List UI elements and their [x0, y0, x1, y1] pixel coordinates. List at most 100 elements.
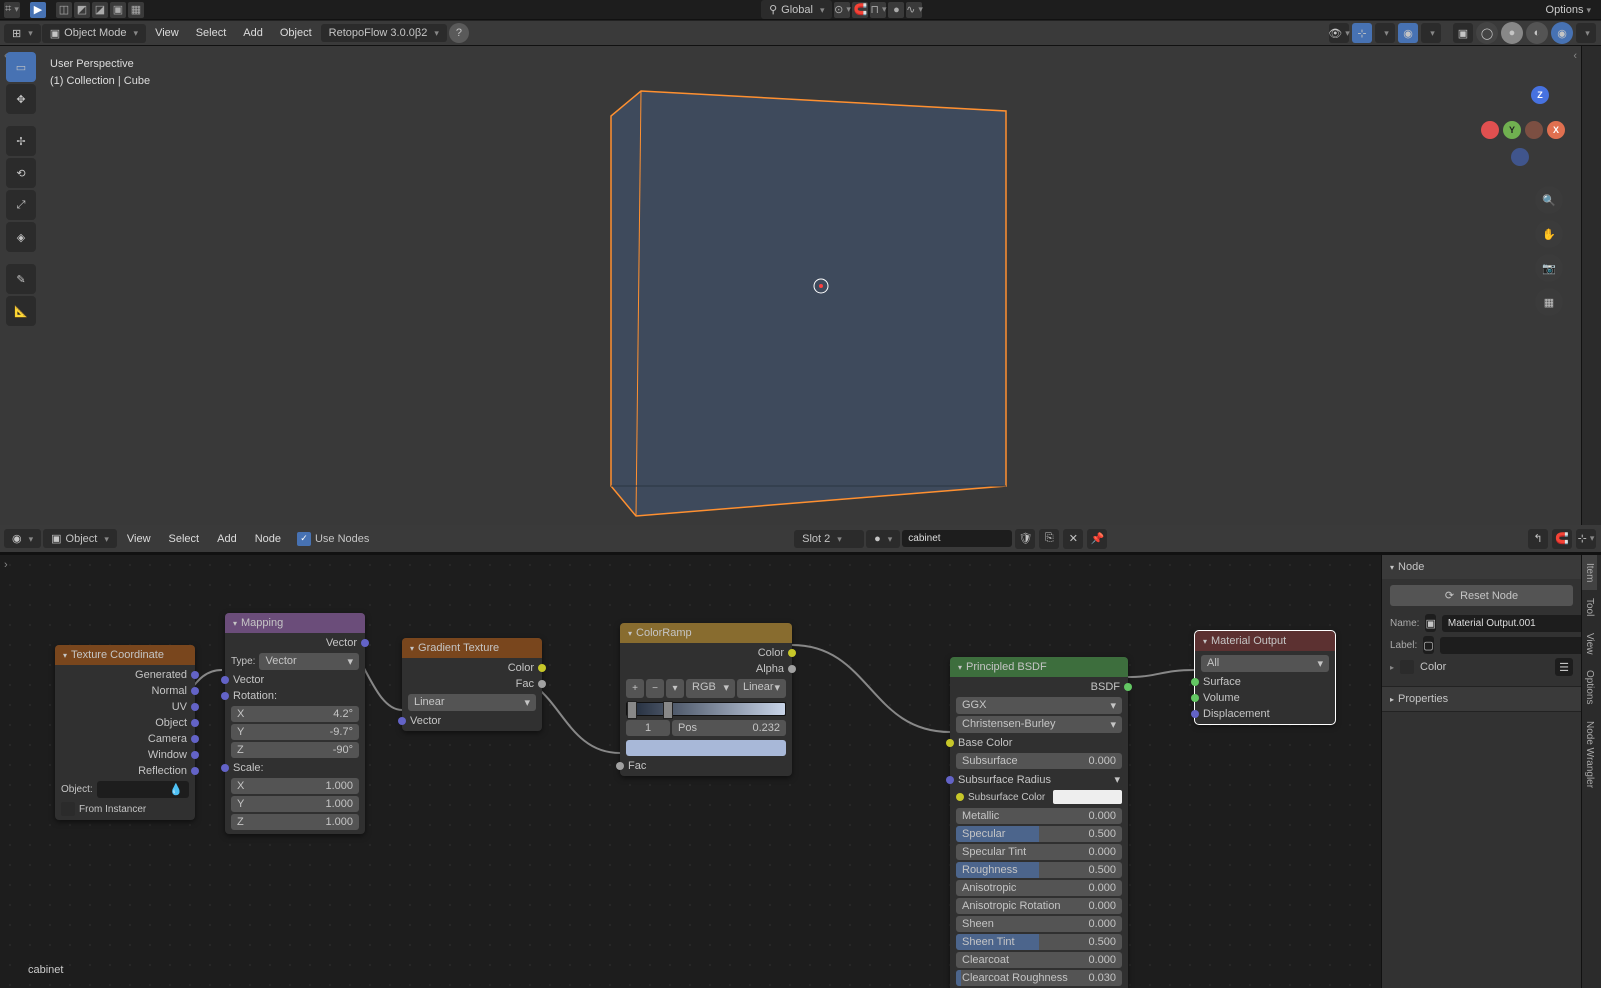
- snap-mode-dropdown[interactable]: ⊓: [870, 2, 886, 18]
- sidebar-expand-icon[interactable]: ‹: [1573, 50, 1577, 62]
- material-name-input[interactable]: [902, 530, 1012, 547]
- gizmo-dropdown[interactable]: [1375, 23, 1395, 43]
- node-data-dropdown[interactable]: ▣Object: [43, 529, 117, 548]
- scale-z[interactable]: Z1.000: [231, 814, 359, 830]
- mode-dropdown[interactable]: ▣Object Mode: [42, 24, 146, 43]
- snap-menu-icon[interactable]: ⌗: [4, 2, 20, 18]
- param-metallic[interactable]: Metallic0.000: [956, 808, 1122, 824]
- pin-icon[interactable]: 📌: [1087, 529, 1107, 549]
- rot-y[interactable]: Y-9.7°: [231, 724, 359, 740]
- scale-y[interactable]: Y1.000: [231, 796, 359, 812]
- sidebar-properties-header[interactable]: ▸Properties: [1382, 687, 1581, 711]
- gizmo-toggle[interactable]: ⊹: [1352, 23, 1372, 43]
- ramp-colormode[interactable]: RGB▾: [686, 679, 735, 698]
- move-tool[interactable]: ✢: [6, 126, 36, 156]
- ramp-position[interactable]: Pos0.232: [672, 720, 786, 736]
- node-name-input[interactable]: [1442, 615, 1586, 632]
- tab-options[interactable]: Options: [1582, 662, 1597, 712]
- scale-x[interactable]: X1.000: [231, 778, 359, 794]
- shading-dropdown[interactable]: [1576, 23, 1596, 43]
- pan-icon[interactable]: ✋: [1535, 220, 1563, 248]
- param-sheen-tint[interactable]: Sheen Tint0.500: [956, 934, 1122, 950]
- tab-item[interactable]: Item: [1582, 555, 1597, 590]
- slot-dropdown[interactable]: Slot 2: [794, 530, 864, 548]
- tab-view[interactable]: View: [1582, 625, 1597, 663]
- ramp-stop-0[interactable]: [627, 701, 637, 719]
- use-nodes-toggle[interactable]: ✓ Use Nodes: [291, 532, 375, 546]
- param-specular-tint[interactable]: Specular Tint0.000: [956, 844, 1122, 860]
- proportional-dropdown[interactable]: ∿: [906, 2, 922, 18]
- canvas-expand-icon[interactable]: ›: [4, 559, 8, 571]
- node-colorramp[interactable]: ColorRamp Color Alpha + − ▾ RGB▾ Linear▾: [620, 623, 792, 776]
- ramp-interp[interactable]: Linear▾: [737, 679, 786, 698]
- distribution-dropdown[interactable]: GGX▾: [956, 697, 1122, 714]
- param-clearcoat-roughness[interactable]: Clearcoat Roughness0.030: [956, 970, 1122, 986]
- camera-icon[interactable]: 📷: [1535, 254, 1563, 282]
- ramp-tools-icon[interactable]: ▾: [666, 679, 684, 698]
- node-texture-coordinate[interactable]: Texture Coordinate Generated Normal UV O…: [55, 645, 195, 820]
- param-subsurface[interactable]: Subsurface0.000: [956, 753, 1122, 769]
- fake-user-icon[interactable]: 🛡: [1015, 529, 1035, 549]
- select-subtract-icon[interactable]: ◪: [92, 2, 108, 18]
- node-options[interactable]: ⊹: [1576, 529, 1596, 549]
- select-menu[interactable]: Select: [188, 24, 235, 42]
- options-dropdown[interactable]: Options: [1540, 4, 1597, 16]
- param-anisotropic-rotation[interactable]: Anisotropic Rotation0.000: [956, 898, 1122, 914]
- param-anisotropic[interactable]: Anisotropic0.000: [956, 880, 1122, 896]
- scale-tool[interactable]: ⤢: [6, 190, 36, 220]
- snap-toggle[interactable]: 🧲: [852, 2, 868, 18]
- zoom-icon[interactable]: 🔍: [1535, 186, 1563, 214]
- add-menu[interactable]: Add: [235, 24, 271, 42]
- overlay-dropdown[interactable]: [1421, 23, 1441, 43]
- perspective-icon[interactable]: ▦: [1535, 288, 1563, 316]
- object-menu[interactable]: Object: [272, 24, 320, 42]
- retopoflow-dropdown[interactable]: RetopoFlow 3.0.0β2: [321, 24, 447, 42]
- select-intersect-icon[interactable]: ▣: [110, 2, 126, 18]
- xray-toggle[interactable]: ▣: [1453, 23, 1473, 43]
- node-select-menu[interactable]: Select: [161, 530, 208, 548]
- ramp-color-swatch[interactable]: [626, 740, 786, 756]
- reset-node-button[interactable]: ⟳ Reset Node: [1390, 585, 1573, 606]
- visibility-dropdown[interactable]: 👁: [1329, 23, 1349, 43]
- shading-matpreview[interactable]: ◐: [1526, 22, 1548, 44]
- sidebar-node-header[interactable]: Node: [1382, 555, 1581, 579]
- select-box-icon[interactable]: ◫: [56, 2, 72, 18]
- ramp-remove-icon[interactable]: −: [646, 679, 664, 698]
- select-tool[interactable]: ▭: [6, 52, 36, 82]
- shading-solid[interactable]: ●: [1501, 22, 1523, 44]
- navigation-gizmo[interactable]: Z Y X: [1481, 86, 1561, 166]
- sss-method-dropdown[interactable]: Christensen-Burley▾: [956, 716, 1122, 733]
- node-gradient-texture[interactable]: Gradient Texture Color Fac Linear▾ Vecto…: [402, 638, 542, 731]
- node-node-menu[interactable]: Node: [247, 530, 289, 548]
- node-label-input[interactable]: [1440, 637, 1584, 654]
- measure-tool[interactable]: 📐: [6, 296, 36, 326]
- view-menu[interactable]: View: [147, 24, 187, 42]
- expand-icon[interactable]: ▸: [1390, 663, 1394, 672]
- proportional-toggle[interactable]: ●: [888, 2, 904, 18]
- select-extend-icon[interactable]: ◩: [74, 2, 90, 18]
- param-specular[interactable]: Specular0.500: [956, 826, 1122, 842]
- node-editor-type[interactable]: ◉: [4, 529, 41, 548]
- select-invert-icon[interactable]: ▦: [128, 2, 144, 18]
- shading-rendered[interactable]: ◉: [1551, 22, 1573, 44]
- node-mapping[interactable]: Mapping Vector Type: Vector▾ Vector Rota…: [225, 613, 365, 834]
- object-field[interactable]: 💧: [97, 781, 189, 798]
- viewport-3d[interactable]: ‹ User Perspective (1) Collection | Cube…: [0, 46, 1581, 525]
- gradient-mode-dropdown[interactable]: Linear▾: [408, 694, 536, 711]
- node-canvas[interactable]: cabinet › Texture Coordinate Generated N…: [0, 555, 1381, 988]
- pivot-dropdown[interactable]: ⊙: [834, 2, 850, 18]
- rot-x[interactable]: X4.2°: [231, 706, 359, 722]
- param-clearcoat[interactable]: Clearcoat0.000: [956, 952, 1122, 968]
- param-sheen[interactable]: Sheen0.000: [956, 916, 1122, 932]
- editor-type-dropdown[interactable]: ⊞: [4, 24, 41, 43]
- mapping-type-dropdown[interactable]: Vector▾: [259, 653, 359, 670]
- annotate-tool[interactable]: ✎: [6, 264, 36, 294]
- color-checkbox[interactable]: [1400, 660, 1414, 674]
- rot-z[interactable]: Z-90°: [231, 742, 359, 758]
- subsurface-color-swatch[interactable]: [1053, 790, 1122, 804]
- node-add-menu[interactable]: Add: [209, 530, 245, 548]
- param-roughness[interactable]: Roughness0.500: [956, 862, 1122, 878]
- rotate-tool[interactable]: ⟲: [6, 158, 36, 188]
- ramp-add-icon[interactable]: +: [626, 679, 644, 698]
- tab-node-wrangler[interactable]: Node Wrangler: [1582, 713, 1597, 796]
